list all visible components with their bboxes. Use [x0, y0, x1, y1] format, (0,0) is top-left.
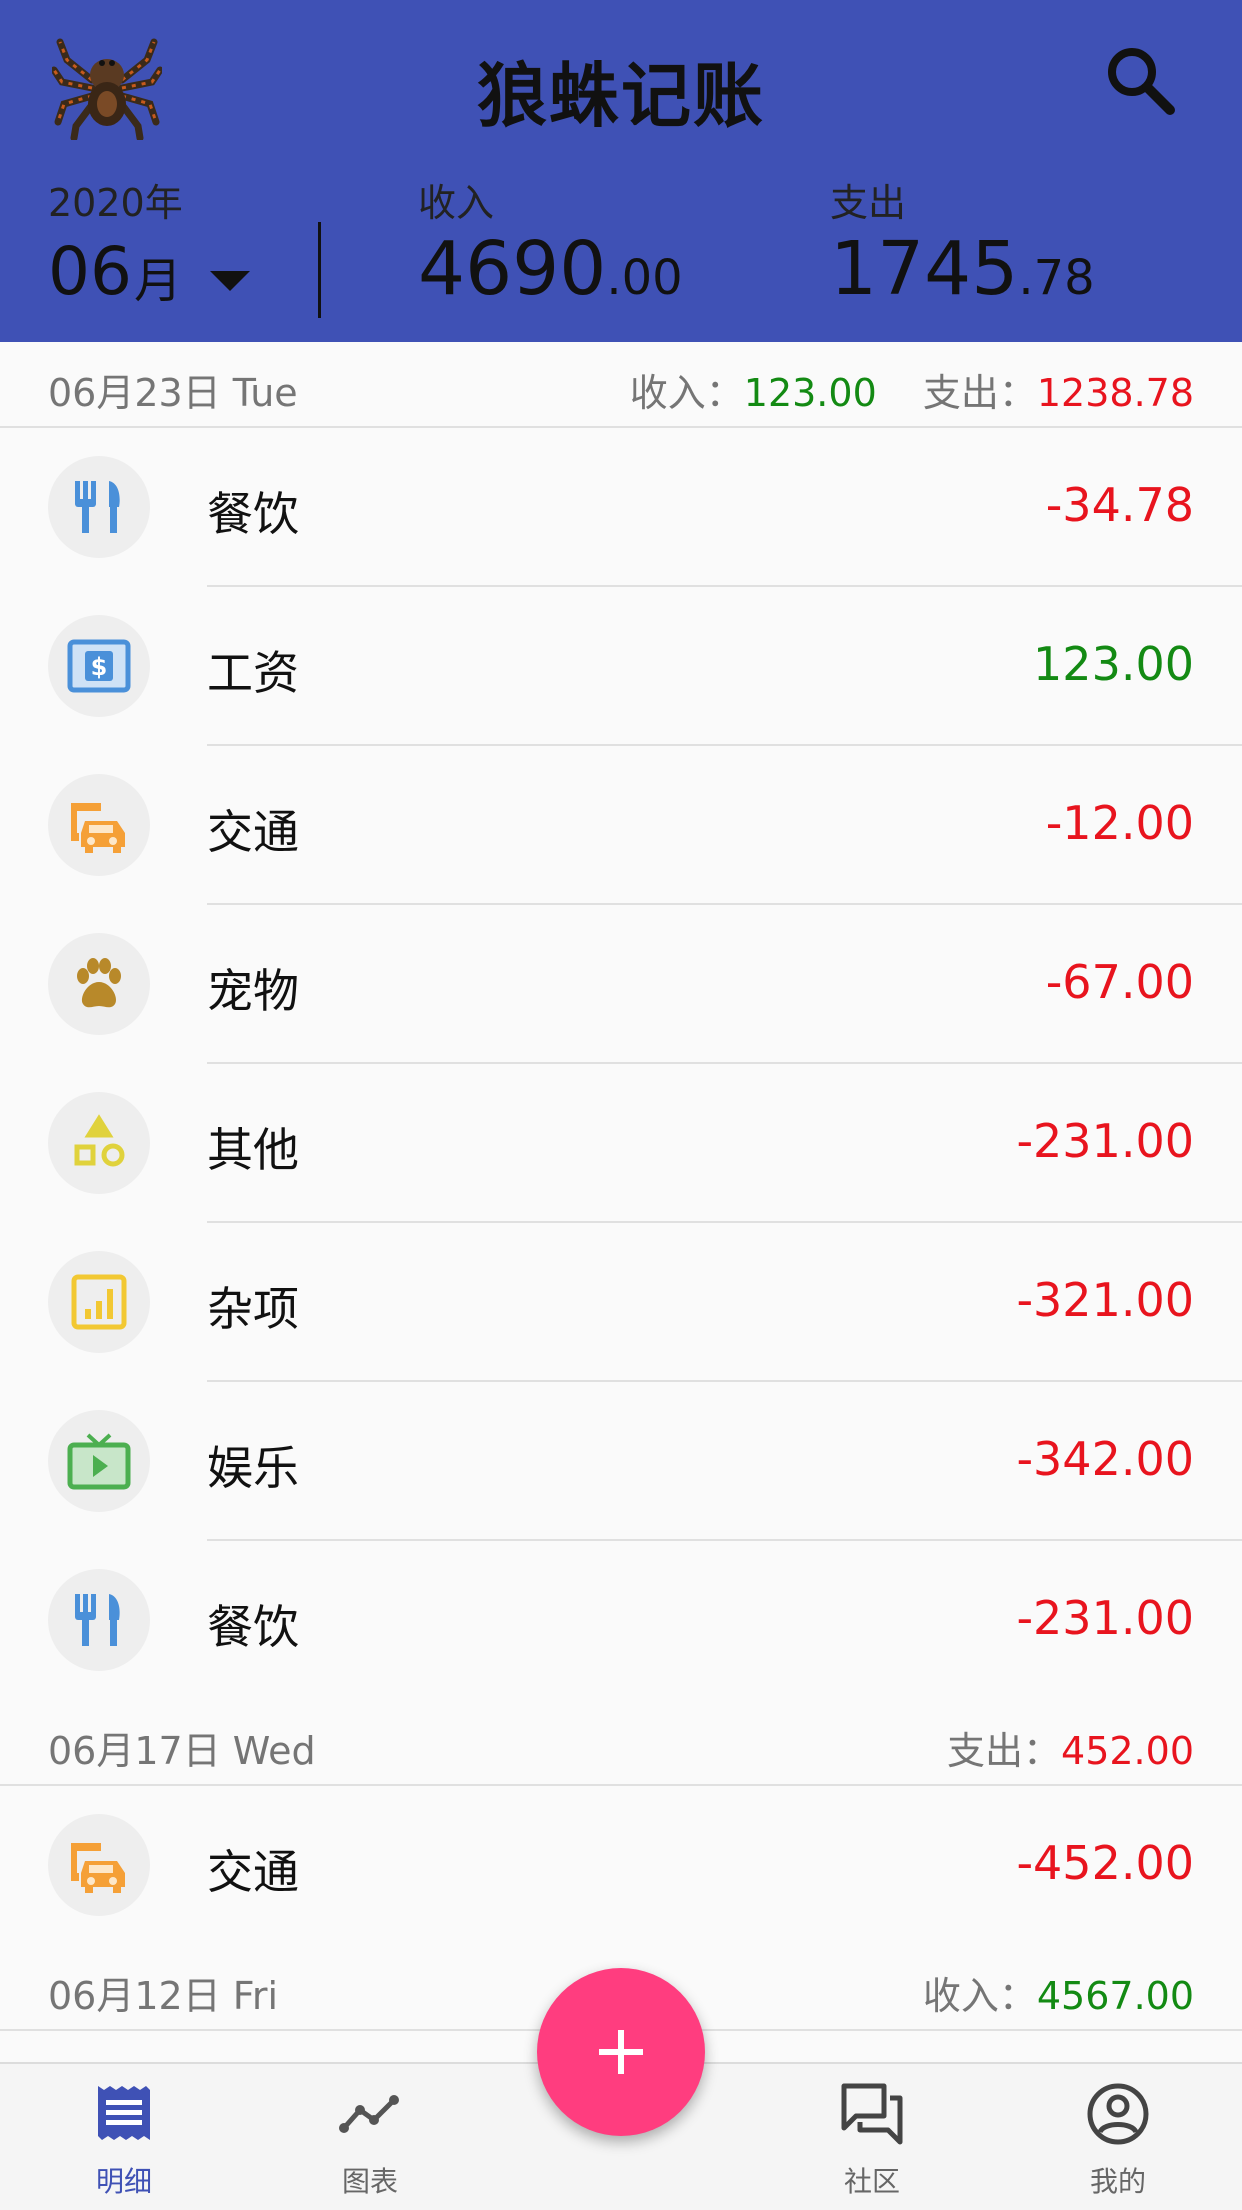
amount-value: -342.00	[1016, 1432, 1194, 1486]
list-item[interactable]: 交通 -12.00	[0, 746, 1242, 905]
category-label: 其他	[207, 1123, 299, 1177]
search-icon[interactable]	[1100, 40, 1180, 120]
account-icon	[1086, 2082, 1150, 2146]
income-label: 收入	[418, 181, 495, 225]
amount-value: -34.78	[1045, 478, 1194, 532]
bus-car-icon	[48, 1814, 150, 1916]
day-income-label: 收入：	[629, 371, 744, 415]
plus-icon	[599, 2030, 643, 2074]
nav-label: 我的	[1089, 2165, 1146, 2198]
nav-label: 明细	[95, 2165, 152, 2198]
income-total: 4690.00	[418, 232, 683, 306]
amount-value: -321.00	[1016, 1273, 1194, 1327]
month-value: 06	[48, 233, 132, 310]
day-expense-label: 支出：	[922, 371, 1037, 415]
nav-item-details[interactable]: 明细	[24, 2064, 224, 2210]
amount-value: -12.00	[1045, 796, 1194, 850]
tv-icon	[48, 1410, 150, 1512]
month-selector[interactable]: 06 月	[48, 225, 250, 305]
fork-knife-icon	[48, 456, 150, 558]
chat-icon	[840, 2082, 904, 2146]
category-label: 餐饮	[207, 487, 299, 541]
day-expense-value: 1238.78	[1036, 371, 1194, 415]
category-label: 交通	[207, 1845, 299, 1899]
day-date: 06月12日 Fri	[48, 1974, 279, 2018]
trend-line-icon	[338, 2082, 402, 2146]
list-item[interactable]: 杂项 -321.00	[0, 1223, 1242, 1382]
day-date: 06月17日 Wed	[48, 1729, 316, 1773]
day-totals: 支出：452.00	[947, 1720, 1194, 1775]
day-expense-label: 支出：	[947, 1729, 1062, 1773]
nav-item-profile[interactable]: 我的	[1018, 2064, 1218, 2210]
nav-item-community[interactable]: 社区	[772, 2064, 972, 2210]
day-expense-value: 452.00	[1061, 1729, 1194, 1773]
receipt-icon	[92, 2082, 156, 2146]
category-label: 餐饮	[207, 1600, 299, 1654]
list-item[interactable]: $ 工资 123.00	[0, 587, 1242, 746]
day-totals: 收入：123.00 支出：1238.78	[630, 362, 1194, 417]
list-item[interactable]: 交通 -452.00	[0, 1786, 1242, 1945]
income-total-int: 4690	[418, 226, 607, 312]
amount-value: -231.00	[1016, 1591, 1194, 1645]
header-divider	[318, 222, 321, 318]
svg-text:$: $	[91, 653, 108, 681]
bar-chart-icon	[48, 1251, 150, 1353]
expense-total-int: 1745	[830, 226, 1019, 312]
app-header: 狼蛛记账 2020年 06 月 收入 4690.00 支出 1745.78	[0, 0, 1242, 342]
income-total-dec: .00	[606, 250, 683, 306]
day-header: 06月23日 Tue 收入：123.00 支出：1238.78	[0, 342, 1242, 428]
amount-value: -67.00	[1045, 955, 1194, 1009]
category-label: 交通	[207, 805, 299, 859]
paw-icon	[48, 933, 150, 1035]
day-income-label: 收入：	[922, 1974, 1037, 2018]
day-header: 06月17日 Wed 支出：452.00	[0, 1700, 1242, 1786]
list-item[interactable]: 其他 -231.00	[0, 1064, 1242, 1223]
nav-label: 图表	[341, 2165, 398, 2198]
dollar-bill-icon: $	[48, 615, 150, 717]
category-label: 娱乐	[207, 1441, 299, 1495]
shapes-icon	[48, 1092, 150, 1194]
expense-label: 支出	[830, 181, 907, 225]
amount-value: -452.00	[1016, 1836, 1194, 1890]
month-unit: 月	[133, 253, 182, 309]
list-item[interactable]: 餐饮 -34.78	[0, 428, 1242, 587]
caret-down-icon	[210, 271, 250, 291]
app-title: 狼蛛记账	[477, 55, 765, 137]
day-income-value: 123.00	[743, 371, 877, 415]
list-item[interactable]: 餐饮 -231.00	[0, 1541, 1242, 1700]
category-label: 宠物	[207, 964, 299, 1018]
amount-value: -231.00	[1016, 1114, 1194, 1168]
expense-total: 1745.78	[830, 232, 1095, 306]
bus-car-icon	[48, 774, 150, 876]
list-item[interactable]: 宠物 -67.00	[0, 905, 1242, 1064]
transaction-list: 06月23日 Tue 收入：123.00 支出：1238.78 餐饮 -34.7…	[0, 342, 1242, 2031]
nav-item-charts[interactable]: 图表	[270, 2064, 470, 2210]
category-label: 工资	[207, 646, 299, 700]
day-income-value: 4567.00	[1036, 1974, 1194, 2018]
amount-value: 123.00	[1033, 637, 1194, 691]
nav-label: 社区	[843, 2165, 900, 2198]
expense-total-dec: .78	[1018, 250, 1095, 306]
category-label: 杂项	[207, 1282, 299, 1336]
day-totals: 收入：4567.00	[923, 1965, 1194, 2020]
list-item[interactable]: 娱乐 -342.00	[0, 1382, 1242, 1541]
add-record-button[interactable]	[537, 1968, 705, 2136]
year-label: 2020年	[48, 181, 183, 225]
fork-knife-icon	[48, 1569, 150, 1671]
day-date: 06月23日 Tue	[48, 371, 298, 415]
